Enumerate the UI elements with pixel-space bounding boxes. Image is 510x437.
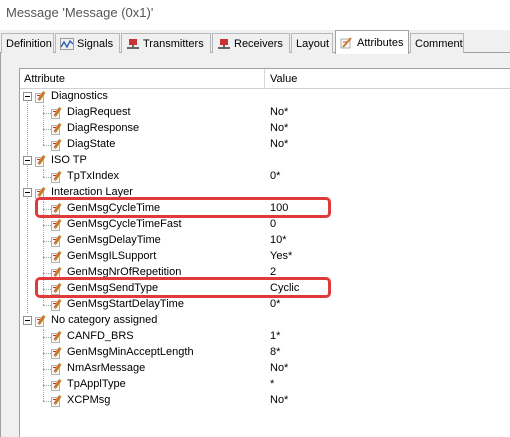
attribute-value[interactable]: 1* <box>270 330 280 342</box>
attribute-group-icon <box>35 315 47 327</box>
tab-layout-label: Layout <box>296 37 330 50</box>
attribute-icon <box>51 379 63 391</box>
attribute-row[interactable]: TpApplType * <box>20 377 510 393</box>
attribute-value[interactable]: No* <box>270 138 288 150</box>
attribute-icon <box>51 347 63 359</box>
attribute-name: GenMsgCycleTimeFast <box>67 218 182 230</box>
attribute-name: DiagRequest <box>67 106 131 118</box>
attribute-row[interactable]: CANFD_BRS 1* <box>20 329 510 345</box>
tab-receivers-label: Receivers <box>234 37 283 50</box>
tab-receivers[interactable]: Receivers <box>212 33 290 53</box>
attribute-row[interactable]: DiagResponse No* <box>20 121 510 137</box>
collapse-toggle-icon[interactable] <box>23 92 32 101</box>
group-label: Diagnostics <box>51 90 108 102</box>
grid-header: Attribute Value <box>20 69 510 89</box>
attribute-row[interactable]: TpTxIndex 0* <box>20 169 510 185</box>
attribute-row[interactable]: GenMsgDelayTime 10* <box>20 233 510 249</box>
attribute-name: CANFD_BRS <box>67 330 134 342</box>
attributes-panel: Attribute Value Diagnostics DiagRequest … <box>0 53 510 437</box>
tab-comment[interactable]: Comment <box>410 33 464 53</box>
attribute-name: XCPMsg <box>67 394 111 406</box>
attribute-name: DiagResponse <box>67 122 140 134</box>
attribute-icon <box>51 251 63 263</box>
attribute-icon <box>51 219 63 231</box>
tab-signals[interactable]: Signals <box>55 33 120 53</box>
column-header-attribute[interactable]: Attribute <box>24 73 65 85</box>
column-separator[interactable] <box>264 69 265 89</box>
window-title: Message 'Message (0x1)' <box>6 5 154 20</box>
attribute-value[interactable]: No* <box>270 122 288 134</box>
attribute-value[interactable]: 0* <box>270 170 280 182</box>
tab-layout[interactable]: Layout <box>291 33 333 53</box>
transmitter-icon <box>126 38 140 50</box>
column-header-value[interactable]: Value <box>270 73 297 85</box>
group-label: No category assigned <box>51 314 158 326</box>
group-row-iso-tp[interactable]: ISO TP <box>20 153 510 169</box>
attribute-row[interactable]: DiagRequest No* <box>20 105 510 121</box>
group-row-no-category[interactable]: No category assigned <box>20 313 510 329</box>
tab-definition[interactable]: Definition <box>1 33 54 53</box>
attribute-row[interactable]: XCPMsg No* <box>20 393 510 409</box>
attribute-row[interactable]: GenMsgILSupport Yes* <box>20 249 510 265</box>
attribute-value[interactable]: No* <box>270 106 288 118</box>
attribute-icon <box>51 363 63 375</box>
attribute-name: TpTxIndex <box>67 170 119 182</box>
attribute-value[interactable]: 10* <box>270 234 287 246</box>
group-row-diagnostics[interactable]: Diagnostics <box>20 89 510 105</box>
highlight-cycle-time <box>35 197 331 218</box>
attribute-name: GenMsgDelayTime <box>67 234 161 246</box>
attribute-icon <box>51 235 63 247</box>
attribute-icon <box>51 299 63 311</box>
collapse-toggle-icon[interactable] <box>23 188 32 197</box>
attribute-value[interactable]: * <box>270 378 274 390</box>
signals-icon <box>60 37 74 50</box>
tab-definition-label: Definition <box>6 37 52 50</box>
tab-transmitters[interactable]: Transmitters <box>121 33 211 53</box>
attribute-icon <box>51 171 63 183</box>
attribute-name: TpApplType <box>67 378 126 390</box>
attribute-value[interactable]: 0* <box>270 298 280 310</box>
attribute-row[interactable]: GenMsgStartDelayTime 0* <box>20 297 510 313</box>
attributes-grid: Attribute Value Diagnostics DiagRequest … <box>19 68 510 437</box>
attribute-value[interactable]: No* <box>270 362 288 374</box>
attribute-icon <box>51 123 63 135</box>
attribute-name: GenMsgMinAcceptLength <box>67 346 194 358</box>
receiver-icon <box>217 38 231 50</box>
tab-comment-label: Comment <box>415 37 463 50</box>
attribute-icon <box>51 139 63 151</box>
attribute-icon <box>51 331 63 343</box>
tab-attributes[interactable]: Attributes <box>335 30 409 54</box>
attribute-icon <box>51 107 63 119</box>
attribute-value[interactable]: 0 <box>270 218 276 230</box>
attribute-row[interactable]: GenMsgMinAcceptLength 8* <box>20 345 510 361</box>
tab-transmitters-label: Transmitters <box>143 37 204 50</box>
attribute-row[interactable]: DiagState No* <box>20 137 510 153</box>
attribute-name: DiagState <box>67 138 116 150</box>
window-titlebar: Message 'Message (0x1)' <box>0 0 510 28</box>
attribute-group-icon <box>35 91 47 103</box>
tab-signals-label: Signals <box>77 37 114 50</box>
tab-strip: Definition Signals Transmitters Receiver… <box>0 30 510 54</box>
tab-attributes-label: Attributes <box>357 36 404 49</box>
attribute-name: GenMsgILSupport <box>67 250 157 262</box>
attribute-group-icon <box>35 155 47 167</box>
attribute-name: GenMsgStartDelayTime <box>67 298 184 310</box>
collapse-toggle-icon[interactable] <box>23 316 32 325</box>
highlight-send-type <box>35 277 331 298</box>
attribute-row[interactable]: GenMsgCycleTimeFast 0 <box>20 217 510 233</box>
attribute-row[interactable]: NmAsrMessage No* <box>20 361 510 377</box>
attribute-value[interactable]: 8* <box>270 346 280 358</box>
collapse-toggle-icon[interactable] <box>23 156 32 165</box>
attribute-icon <box>51 395 63 407</box>
attribute-value[interactable]: No* <box>270 394 288 406</box>
attribute-name: NmAsrMessage <box>67 362 146 374</box>
attribute-value[interactable]: Yes* <box>270 250 292 262</box>
group-label: ISO TP <box>51 154 87 166</box>
attribute-icon <box>340 36 354 49</box>
